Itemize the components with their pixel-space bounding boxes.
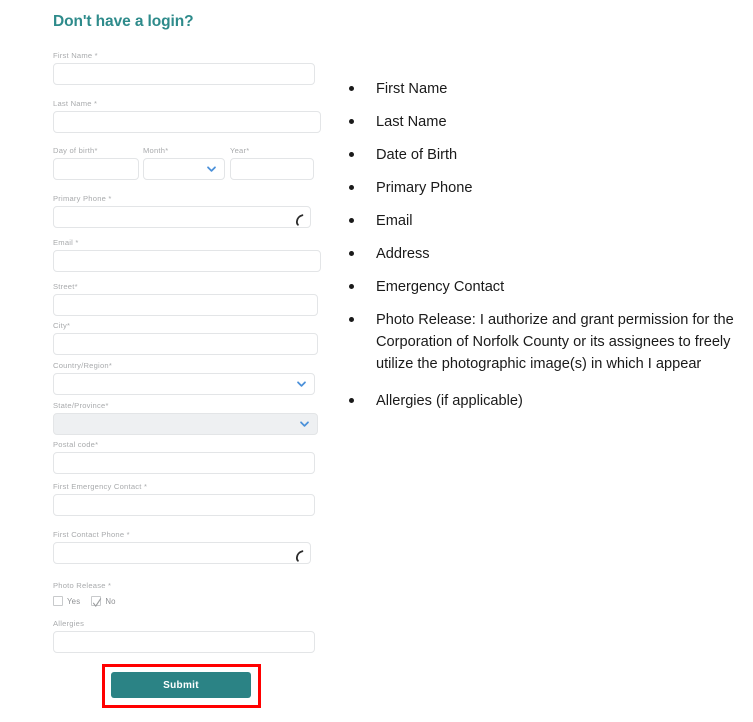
list-item: Photo Release: I authorize and grant per… xyxy=(340,309,753,375)
date-of-birth-row: Day of birth* Month* Year* xyxy=(53,146,323,184)
field-country-region: Country/Region* xyxy=(53,361,315,395)
list-item: Address xyxy=(340,243,740,265)
field-state-province: State/Province* xyxy=(53,401,318,435)
list-item-text: Primary Phone xyxy=(376,180,473,196)
bullet-icon xyxy=(349,152,354,157)
city-input[interactable] xyxy=(53,333,318,355)
field-street: Street* xyxy=(53,282,318,316)
first-name-input[interactable] xyxy=(53,63,315,85)
email-label: Email * xyxy=(53,238,79,247)
chevron-down-icon xyxy=(206,164,217,175)
list-item-text: Address xyxy=(376,246,430,262)
postal-code-input[interactable] xyxy=(53,452,315,474)
field-first-emergency-contact: First Emergency Contact * xyxy=(53,482,315,516)
bullet-icon xyxy=(349,86,354,91)
registration-form-panel: Don't have a login? First Name * Last Na… xyxy=(0,0,335,722)
checkbox-yes-label: Yes xyxy=(67,596,81,606)
first-emergency-contact-label: First Emergency Contact * xyxy=(53,482,148,491)
field-city: City* xyxy=(53,321,318,355)
street-input[interactable] xyxy=(53,294,318,316)
page-title: Don't have a login? xyxy=(53,13,194,30)
state-province-label: State/Province* xyxy=(53,401,109,410)
primary-phone-label: Primary Phone * xyxy=(53,194,112,203)
photo-release-label: Photo Release * xyxy=(53,581,112,590)
requirements-list: First Name Last Name Date of Birth Prima… xyxy=(340,78,740,423)
field-postal-code: Postal code* xyxy=(53,440,315,474)
photo-release-option-no[interactable]: No xyxy=(91,596,116,607)
list-item: Email xyxy=(340,210,740,232)
phone-icon xyxy=(294,549,306,563)
chevron-down-icon xyxy=(296,379,307,390)
list-item-text: Photo Release: I authorize and grant per… xyxy=(376,312,734,372)
field-photo-release: Photo Release * Yes No xyxy=(53,581,127,607)
checkbox-no[interactable] xyxy=(91,596,102,607)
list-item-text: Last Name xyxy=(376,114,447,130)
list-item-text: Allergies (if applicable) xyxy=(376,393,523,409)
country-region-select[interactable] xyxy=(53,373,315,395)
first-emergency-contact-input[interactable] xyxy=(53,494,315,516)
photo-release-option-yes[interactable]: Yes xyxy=(53,596,80,606)
bullet-icon xyxy=(349,398,354,403)
list-item-text: Email xyxy=(376,213,413,229)
field-first-name: First Name * xyxy=(53,51,315,85)
state-province-select[interactable] xyxy=(53,413,318,435)
list-item: Emergency Contact xyxy=(340,276,740,298)
list-item: Allergies (if applicable) xyxy=(340,390,740,412)
submit-button[interactable]: Submit xyxy=(111,672,251,698)
list-item: Last Name xyxy=(340,111,740,133)
check-icon xyxy=(92,596,102,607)
month-select[interactable] xyxy=(143,158,225,180)
list-item: First Name xyxy=(340,78,740,100)
list-item: Primary Phone xyxy=(340,177,740,199)
allergies-label: Allergies xyxy=(53,619,85,628)
day-of-birth-input[interactable] xyxy=(53,158,139,180)
country-region-label: Country/Region* xyxy=(53,361,113,370)
bullet-icon xyxy=(349,218,354,223)
field-day-of-birth: Day of birth* xyxy=(53,146,139,180)
last-name-input[interactable] xyxy=(53,111,321,133)
field-year: Year* xyxy=(230,146,314,180)
year-label: Year* xyxy=(230,146,250,155)
first-name-label: First Name * xyxy=(53,51,98,60)
field-last-name: Last Name * xyxy=(53,99,321,133)
primary-phone-input[interactable] xyxy=(53,206,311,228)
first-contact-phone-input[interactable] xyxy=(53,542,311,564)
list-item: Date of Birth xyxy=(340,144,740,166)
field-first-contact-phone: First Contact Phone * xyxy=(53,530,311,564)
last-name-label: Last Name * xyxy=(53,99,98,108)
photo-release-options: Yes No xyxy=(53,596,127,607)
email-input[interactable] xyxy=(53,250,321,272)
bullet-icon xyxy=(349,284,354,289)
field-month: Month* xyxy=(143,146,225,180)
month-label: Month* xyxy=(143,146,169,155)
list-item-text: First Name xyxy=(376,81,448,97)
field-allergies: Allergies xyxy=(53,619,315,653)
street-label: Street* xyxy=(53,282,78,291)
list-item-text: Emergency Contact xyxy=(376,279,505,295)
year-input[interactable] xyxy=(230,158,314,180)
bullet-icon xyxy=(349,185,354,190)
bullet-icon xyxy=(349,119,354,124)
phone-icon xyxy=(294,213,306,227)
chevron-down-icon xyxy=(299,419,310,430)
day-of-birth-label: Day of birth* xyxy=(53,146,98,155)
checkbox-yes[interactable] xyxy=(53,596,63,606)
allergies-input[interactable] xyxy=(53,631,315,653)
field-email: Email * xyxy=(53,238,321,272)
list-item-text: Date of Birth xyxy=(376,147,458,163)
first-contact-phone-label: First Contact Phone * xyxy=(53,530,130,539)
field-primary-phone: Primary Phone * xyxy=(53,194,311,228)
bullet-icon xyxy=(349,251,354,256)
bullet-icon xyxy=(349,317,354,322)
checkbox-no-label: No xyxy=(105,596,116,606)
city-label: City* xyxy=(53,321,71,330)
postal-code-label: Postal code* xyxy=(53,440,99,449)
